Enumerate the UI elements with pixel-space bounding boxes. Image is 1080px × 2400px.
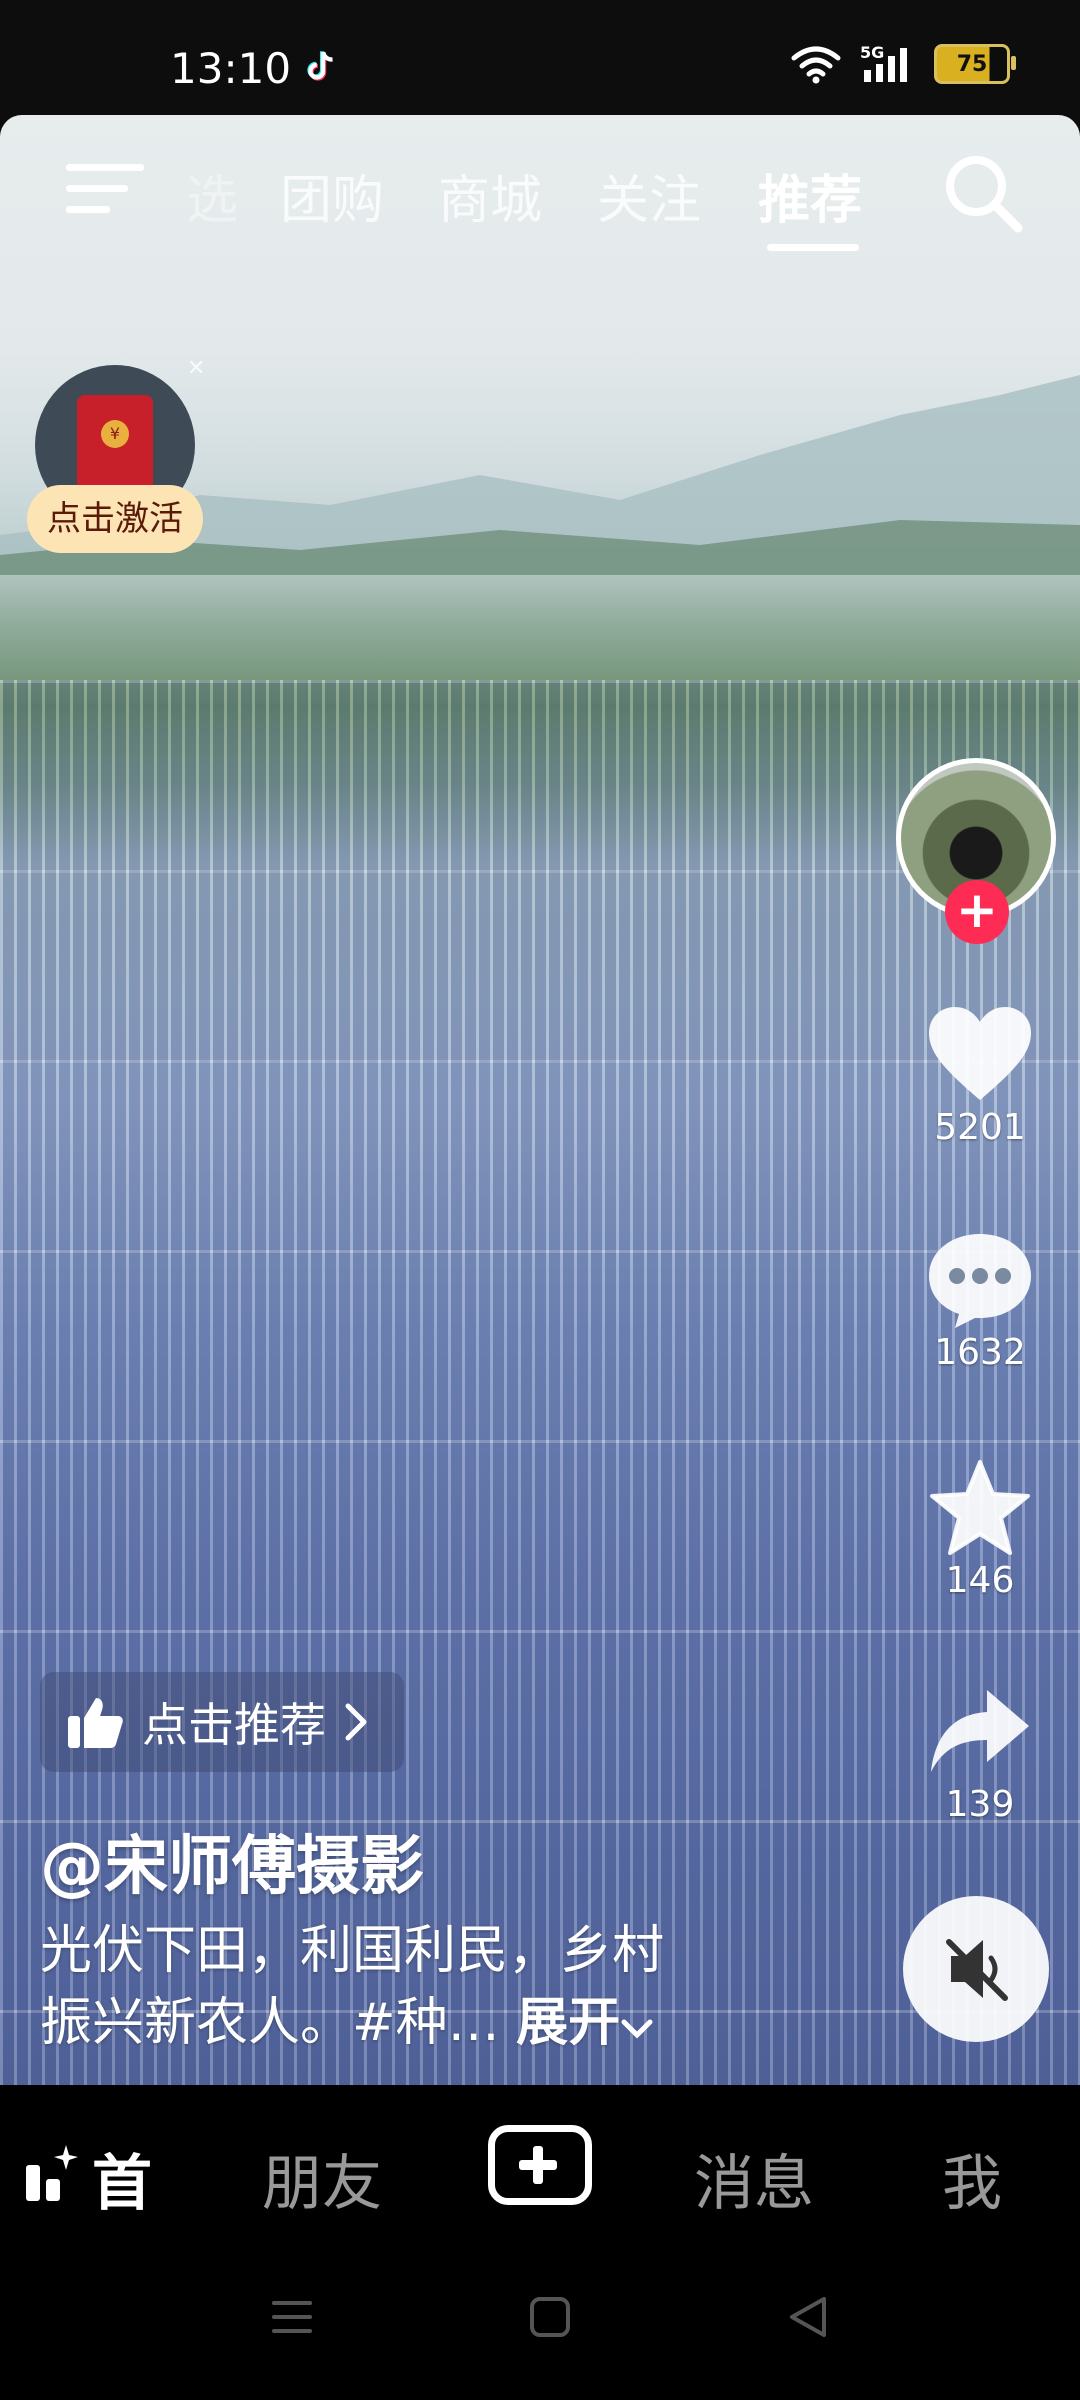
tab-group-buy[interactable]: 团购 <box>280 158 384 233</box>
comment-icon <box>929 1234 1031 1328</box>
tab-following[interactable]: 关注 <box>597 158 701 233</box>
tab-friends[interactable]: 朋友 <box>262 2135 382 2222</box>
tab-me[interactable]: 我 <box>942 2135 1002 2222</box>
recommend-label: 点击推荐 <box>142 1698 326 1752</box>
share-count: 139 <box>945 1784 1015 1825</box>
thumbs-up-icon <box>68 1698 123 1748</box>
tab-mall[interactable]: 商城 <box>438 158 542 233</box>
wifi-icon <box>791 46 841 84</box>
heart-icon <box>929 1007 1031 1100</box>
like-count: 5201 <box>934 1107 1026 1148</box>
caption-line-2: 振兴新农人。#种… 展开 <box>40 1987 760 2059</box>
mute-button[interactable] <box>903 1896 1049 2042</box>
status-bar: 13:10 5G 75 <box>0 0 1080 115</box>
follow-button[interactable]: + <box>945 880 1009 944</box>
status-indicators: 5G 75 <box>790 44 1016 84</box>
comment-count: 1632 <box>934 1332 1026 1373</box>
share-icon <box>931 1690 1029 1772</box>
top-nav: 选 团购 商城 关注 推荐 <box>0 140 1080 251</box>
bottom-tab-bar: 首 朋友 消息 我 <box>0 2085 1080 2255</box>
like-button[interactable]: 5201 <box>880 1005 1080 1148</box>
active-tab-indicator <box>767 244 859 251</box>
author-name[interactable]: @宋师傅摄影 <box>40 1815 424 1907</box>
favorite-button[interactable]: 146 <box>880 1458 1080 1601</box>
back-icon[interactable] <box>786 2295 830 2339</box>
network-type: 5G <box>860 44 884 62</box>
caption-text: 振兴新农人。#种… <box>40 1993 500 2053</box>
plus-icon <box>519 2146 557 2184</box>
search-icon[interactable] <box>940 150 1026 236</box>
chevron-down-icon <box>621 2019 653 2039</box>
tab-messages[interactable]: 消息 <box>694 2135 814 2222</box>
coin-icon: ¥ <box>101 420 129 448</box>
caption-line-1: 光伏下田，利国利民，乡村 <box>40 1921 665 1981</box>
create-button[interactable] <box>488 2125 592 2205</box>
share-button[interactable]: 139 <box>880 1682 1080 1825</box>
close-icon[interactable]: ✕ <box>187 356 205 381</box>
recommend-chip[interactable]: 点击推荐 <box>40 1672 404 1772</box>
home-sparkle-icon <box>26 2145 78 2201</box>
menu-icon[interactable] <box>66 158 144 218</box>
system-nav-bar <box>0 2255 1080 2400</box>
expand-button[interactable]: 展开 <box>516 1993 654 2053</box>
expand-label: 展开 <box>516 1993 621 2053</box>
status-time: 13:10 <box>170 44 292 93</box>
tab-home[interactable]: 首 <box>92 2135 152 2222</box>
battery-level: 75 <box>956 51 988 77</box>
chevron-right-icon <box>345 1703 367 1741</box>
tiktok-notification-icon <box>307 51 333 81</box>
favorite-count: 146 <box>945 1560 1015 1601</box>
red-packet-widget[interactable]: ¥ 点击激活 <box>27 365 203 555</box>
speaker-muted-icon <box>946 1939 1008 2001</box>
tab-recommended[interactable]: 推荐 <box>758 158 862 233</box>
red-packet-label: 点击激活 <box>27 485 203 553</box>
comment-button[interactable]: 1632 <box>880 1230 1080 1373</box>
recent-apps-icon[interactable] <box>270 2295 314 2339</box>
home-nav-icon[interactable] <box>528 2295 572 2339</box>
signal-5g-icon: 5G <box>860 44 907 82</box>
post-caption: 光伏下田，利国利民，乡村 振兴新农人。#种… 展开 <box>40 1915 760 2059</box>
tab-partial[interactable]: 选 <box>186 158 238 233</box>
star-icon <box>930 1460 1030 1555</box>
battery-icon: 75 <box>934 44 1016 84</box>
